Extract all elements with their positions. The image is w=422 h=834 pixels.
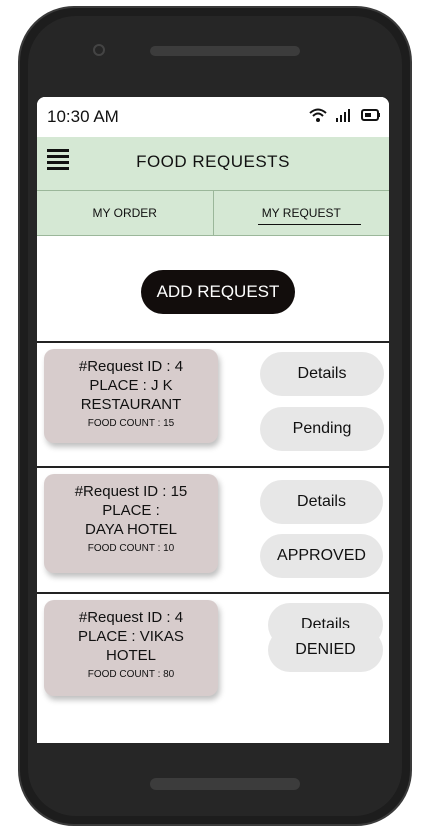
request-place-cont: RESTAURANT: [80, 396, 182, 413]
request-place: PLACE : VIKAS: [78, 628, 184, 645]
request-place: PLACE : J K: [89, 377, 173, 394]
divider: [37, 341, 389, 343]
page-title: FOOD REQUESTS: [136, 152, 290, 171]
details-button[interactable]: Details: [260, 352, 384, 396]
request-id: #Request ID : 15: [74, 483, 188, 500]
details-label: Details: [297, 493, 346, 510]
active-tab-indicator: [257, 223, 361, 225]
food-count: FOOD COUNT : 10: [87, 543, 175, 554]
status-label: APPROVED: [277, 547, 366, 564]
request-card: #Request ID : 4 PLACE : J K RESTAURANT F…: [44, 349, 218, 443]
status-label: Pending: [292, 420, 352, 437]
tab-my-order[interactable]: MY ORDER: [37, 191, 214, 235]
status-time: 10:30 AM: [47, 107, 119, 126]
status-pill: Pending: [260, 407, 384, 451]
tab-my-request[interactable]: MY REQUEST: [214, 191, 390, 235]
app-screen: 10:30 AM FOOD REQUESTS MY ORDER MY REQUE…: [37, 97, 389, 743]
app-header: FOOD REQUESTS: [37, 137, 389, 191]
food-count: FOOD COUNT : 15: [87, 418, 175, 429]
details-label: Details: [297, 365, 347, 382]
divider: [37, 466, 389, 468]
request-card: #Request ID : 4 PLACE : VIKAS HOTEL FOOD…: [44, 600, 218, 696]
request-place: PLACE :: [102, 502, 160, 519]
tab-label: MY REQUEST: [261, 206, 341, 220]
status-bar: 10:30 AM: [37, 97, 389, 137]
status-pill: APPROVED: [260, 534, 383, 578]
camera-icon: [93, 44, 105, 56]
speaker-grille: [150, 46, 300, 56]
add-request-button[interactable]: ADD REQUEST: [141, 270, 295, 314]
status-pill: DENIED: [268, 628, 383, 672]
status-label: DENIED: [295, 641, 356, 658]
signal-icon: [336, 109, 350, 122]
request-id: #Request ID : 4: [78, 609, 184, 626]
request-place-cont: HOTEL: [105, 647, 156, 664]
battery-icon: [361, 109, 380, 121]
divider: [37, 592, 389, 594]
request-place-cont: DAYA HOTEL: [85, 521, 177, 538]
add-request-label: ADD REQUEST: [156, 282, 280, 301]
status-icons: [309, 107, 381, 123]
request-id: #Request ID : 4: [78, 358, 184, 375]
tab-label: MY ORDER: [92, 206, 157, 220]
food-count: FOOD COUNT : 80: [87, 669, 175, 680]
details-button[interactable]: Details: [260, 480, 383, 524]
wifi-icon: [309, 108, 327, 122]
home-bar: [150, 778, 300, 790]
tab-bar: MY ORDER MY REQUEST: [37, 191, 389, 236]
request-card: #Request ID : 15 PLACE : DAYA HOTEL FOOD…: [44, 474, 218, 573]
